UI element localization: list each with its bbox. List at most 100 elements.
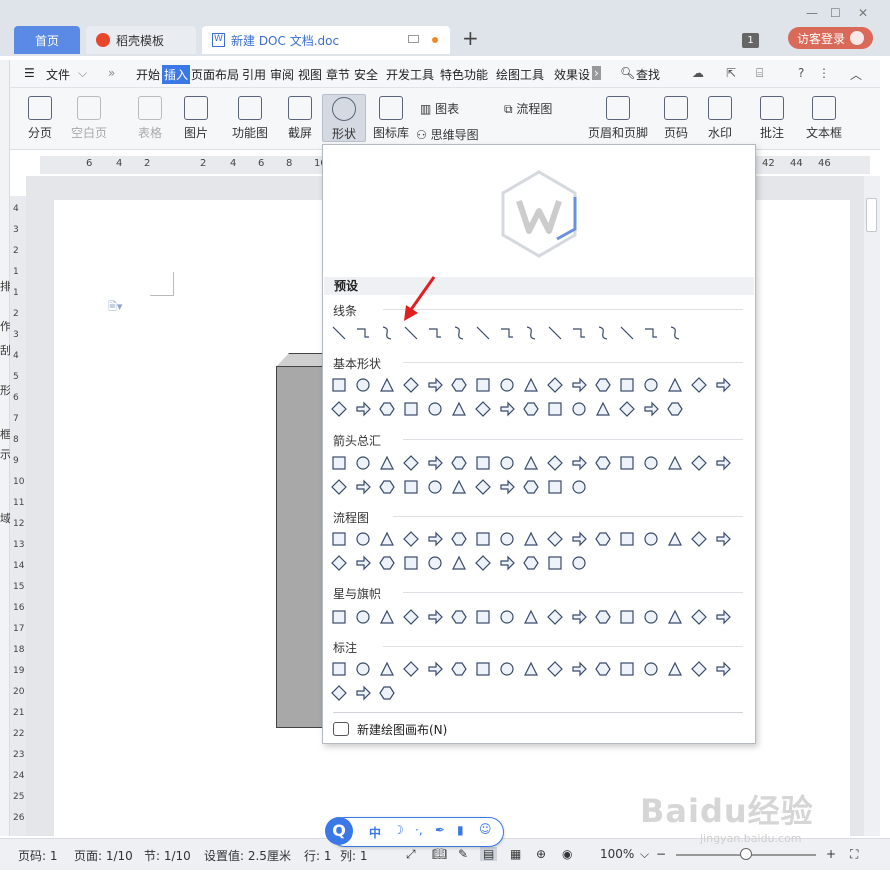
comment-button[interactable]: 批注 [754,96,790,141]
shape-item-icon[interactable] [619,325,635,341]
double-chevron-icon[interactable]: » [108,66,115,80]
zoom-dropdown-icon[interactable]: ⌵ [640,847,649,862]
status-section[interactable]: 节: 1/10 [144,847,191,864]
shape-item-icon[interactable] [667,325,683,341]
shape-item-icon[interactable] [403,377,419,393]
shape-item-icon[interactable] [547,531,563,547]
shape-item-icon[interactable] [379,479,395,495]
shape-item-icon[interactable] [547,325,563,341]
shape-item-icon[interactable] [643,661,659,677]
blank-page-button[interactable]: 空白页 [66,96,112,141]
shape-item-icon[interactable] [451,555,467,571]
shape-item-icon[interactable] [619,661,635,677]
new-drawing-canvas-item[interactable]: 新建绘图画布(N) [333,719,447,739]
shape-item-icon[interactable] [379,609,395,625]
collapse-ribbon-icon[interactable]: ︿ [850,66,862,83]
menu-chapter[interactable]: 章节 [326,66,350,83]
shape-item-icon[interactable] [403,531,419,547]
new-tab-button[interactable]: + [462,26,479,50]
header-footer-button[interactable]: 页眉和页脚 [586,96,650,141]
shape-item-icon[interactable] [691,609,707,625]
shape-item-icon[interactable] [523,325,539,341]
web-view-icon[interactable]: ⊕ [536,847,546,861]
menu-security[interactable]: 安全 [354,66,378,83]
shape-item-icon[interactable] [595,325,611,341]
tab-home[interactable]: 首页 [14,26,80,54]
menu-dev-tools[interactable]: 开发工具 [386,66,434,83]
shape-item-icon[interactable] [523,661,539,677]
half-width-icon[interactable]: ☽ [393,823,404,837]
zoom-slider-handle[interactable] [740,848,752,860]
minimize-button[interactable]: — [806,6,818,20]
outline-view-icon[interactable]: ▦ [510,847,521,861]
shape-item-icon[interactable] [475,609,491,625]
menu-drawing-tools[interactable]: 绘图工具 [496,66,544,83]
shape-item-icon[interactable] [355,609,371,625]
fit-window-icon[interactable]: ⛶ [850,847,858,862]
shape-item-icon[interactable] [379,401,395,417]
zoom-in-button[interactable]: + [826,847,836,861]
shape-item-icon[interactable] [571,325,587,341]
shape-item-icon[interactable] [595,609,611,625]
shape-item-icon[interactable] [427,377,443,393]
shape-item-icon[interactable] [523,455,539,471]
shape-item-icon[interactable] [667,377,683,393]
shape-item-icon[interactable] [667,609,683,625]
shape-item-icon[interactable] [379,455,395,471]
shape-item-icon[interactable] [595,455,611,471]
tab-document[interactable]: W 新建 DOC 文档.doc [202,26,450,54]
menu-file[interactable]: 文件 [46,66,70,83]
shape-item-icon[interactable] [499,661,515,677]
shape-item-icon[interactable] [355,685,371,701]
shape-item-icon[interactable] [715,377,731,393]
shape-item-icon[interactable] [451,325,467,341]
shape-item-icon[interactable] [331,555,347,571]
page-break-button[interactable]: 分页 [22,96,58,141]
shape-item-icon[interactable] [427,609,443,625]
shape-item-icon[interactable] [427,455,443,471]
shape-item-icon[interactable] [475,401,491,417]
shape-item-icon[interactable] [331,455,347,471]
shape-item-icon[interactable] [379,555,395,571]
search-icon[interactable]: 🔍︎ [620,66,635,80]
shape-item-icon[interactable] [451,661,467,677]
shape-item-icon[interactable] [403,555,419,571]
shape-item-icon[interactable] [547,661,563,677]
shape-item-icon[interactable] [403,609,419,625]
shape-item-icon[interactable] [355,377,371,393]
vertical-scrollbar[interactable] [864,176,880,836]
shape-item-icon[interactable] [571,609,587,625]
punctuation-icon[interactable]: ·, [415,823,423,837]
menu-review[interactable]: 审阅 [270,66,294,83]
screenshot-button[interactable]: 截屏 [282,96,318,141]
shape-item-icon[interactable] [595,401,611,417]
shape-item-icon[interactable] [451,479,467,495]
eye-protect-icon[interactable]: ◉ [562,847,572,861]
shape-item-icon[interactable] [331,479,347,495]
shape-item-icon[interactable] [523,401,539,417]
shape-item-icon[interactable] [355,479,371,495]
shape-item-icon[interactable] [595,531,611,547]
shape-button[interactable]: 形状 [322,94,366,142]
shape-item-icon[interactable] [379,661,395,677]
ime-language[interactable]: 中 [369,824,381,841]
shape-item-icon[interactable] [355,555,371,571]
ime-toolbar[interactable]: Q 中 ☽ ·, ✒ ▮ ☺ [325,817,504,847]
menu-home[interactable]: 开始 [136,66,160,83]
shape-item-icon[interactable] [475,661,491,677]
shape-item-icon[interactable] [547,479,563,495]
status-page-count[interactable]: 页面: 1/10 [74,847,133,864]
help-icon[interactable]: ? [798,66,804,80]
status-column[interactable]: 列: 1 [340,847,368,864]
shape-item-icon[interactable] [427,531,443,547]
shape-item-icon[interactable] [403,325,419,341]
settings-wrench-icon[interactable]: ✒ [435,823,445,837]
shape-item-icon[interactable] [451,455,467,471]
shape-item-icon[interactable] [667,455,683,471]
shape-item-icon[interactable] [643,401,659,417]
menu-references[interactable]: 引用 [242,66,266,83]
status-page-number[interactable]: 页码: 1 [18,847,58,864]
window-count-badge[interactable]: 1 [742,33,759,48]
shape-item-icon[interactable] [403,661,419,677]
shape-item-icon[interactable] [643,531,659,547]
